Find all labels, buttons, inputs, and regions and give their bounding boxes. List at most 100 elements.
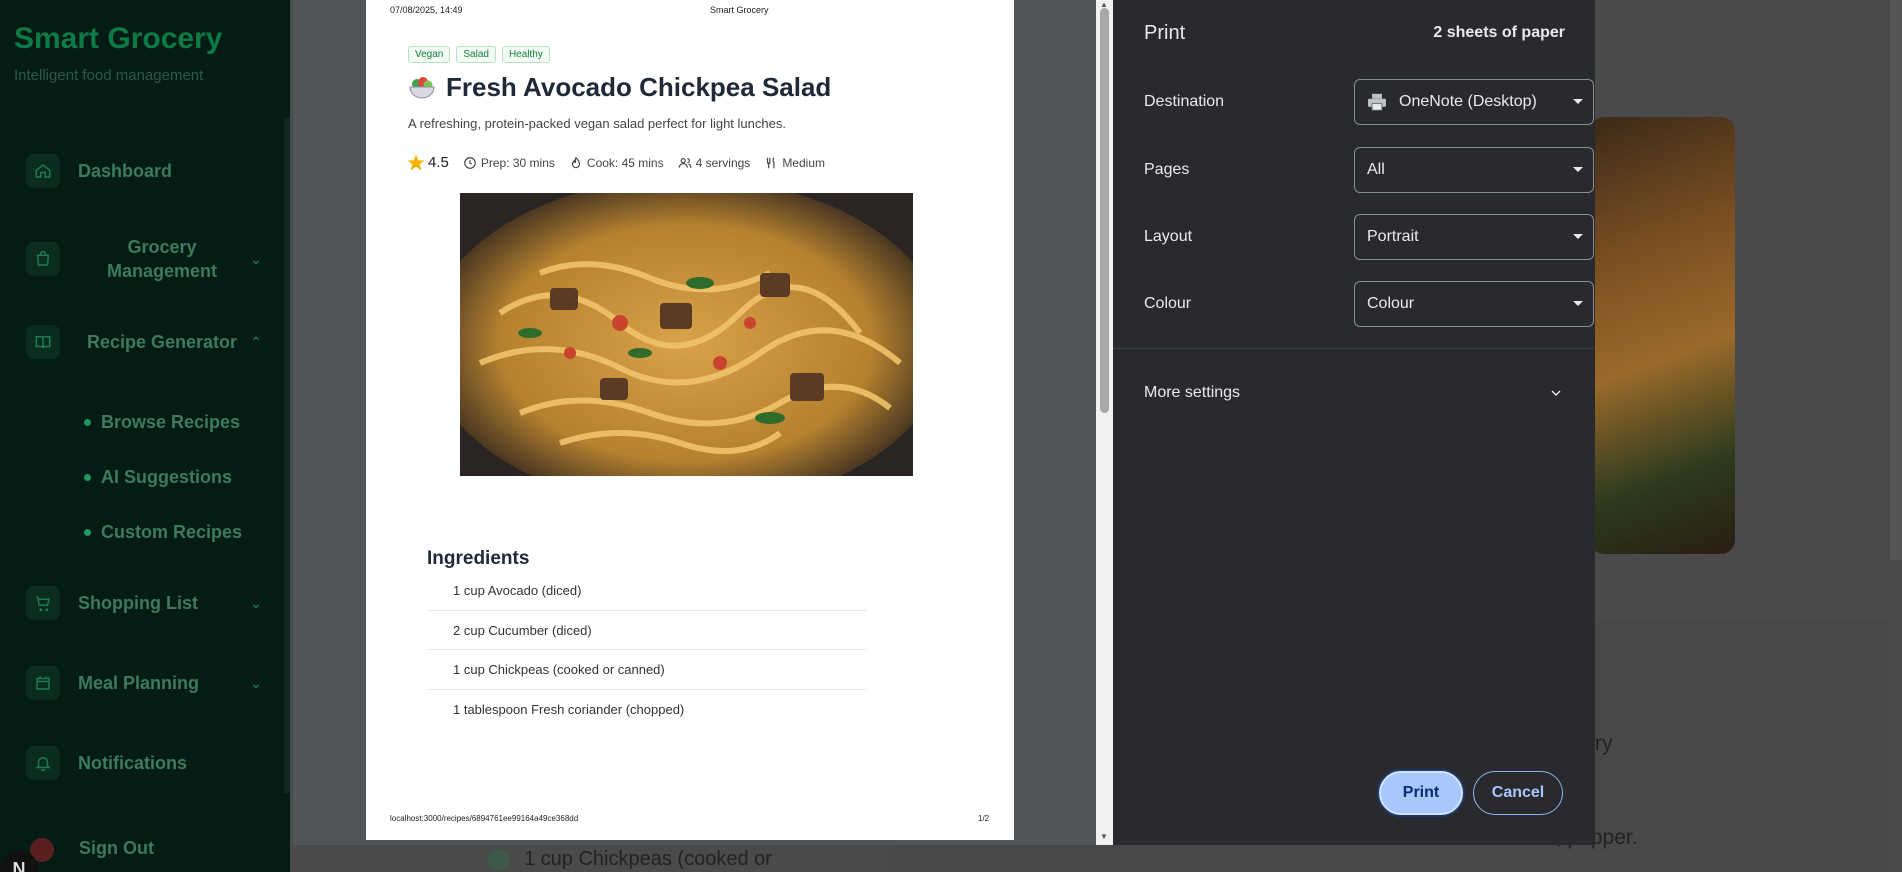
utensils-icon [767,156,775,168]
background-ingredient-label: 1 cup Chickpeas (cooked or [524,848,772,870]
ingredients-list: 1 cup Avocado (diced) 2 cup Cucumber (di… [427,571,867,729]
page-header-title: Smart Grocery [710,5,769,15]
colour-value: Colour [1367,295,1415,312]
flame-icon [571,156,580,168]
list-item: 1 cup Chickpeas (cooked or canned) [427,650,867,690]
list-item: 1 tablespoon Fresh coriander (chopped) [453,701,685,717]
bag-icon [26,242,60,276]
page-scrollbar[interactable] [1890,0,1902,560]
destination-value: OneNote (Desktop) [1399,93,1537,110]
layout-value: Portrait [1367,228,1419,245]
colour-label: Colour [1144,295,1192,312]
background-ingredient-item: 1 cup Chickpeas (cooked or [488,848,772,871]
scroll-down-icon[interactable]: ▼ [1100,832,1108,841]
caret-down-icon [1573,99,1583,104]
destination-label: Destination [1144,93,1225,110]
rating-value: 4.5 [428,154,449,171]
chevron-down-icon [1551,390,1561,396]
list-item: 2 cup Cucumber (diced) [427,611,867,650]
scrollbar-thumb[interactable] [1100,8,1109,413]
calendar-icon [26,666,60,700]
sidebar-subitem-label: Custom Recipes [101,522,243,542]
preview-page: 07/08/2025, 14:49 Smart Grocery Vegan Sa… [366,0,1014,840]
sidebar-item-notifications[interactable]: Notifications [26,746,266,780]
cook-time: Cook: 45 mins [569,156,664,170]
recipe-title: Fresh Avocado Chickpea Salad [408,72,831,103]
sidebar-item-grocery-management[interactable]: Grocery Management ⌄ [26,235,266,283]
difficulty: Medium [764,156,825,170]
recipe-image [460,193,913,476]
destination-select[interactable]: OneNote (Desktop) [1354,79,1594,125]
more-settings-toggle[interactable]: More settings [1144,384,1564,402]
sidebar-item-shopping-list[interactable]: Shopping List ⌄ [26,586,266,620]
colour-select[interactable]: Colour [1354,281,1594,327]
recipe-description: A refreshing, protein-packed vegan salad… [408,116,786,131]
sidebar-item-label: Dashboard [78,160,173,181]
recipe-tags: Vegan Salad Healthy [408,46,550,63]
print-settings-panel: Print 2 sheets of paper Destination OneN… [1113,0,1595,845]
colour-row: Colour Colour [1144,281,1594,327]
sheet-count: 2 sheets of paper [1433,24,1565,41]
bullet-dot [488,848,510,871]
tag-salad: Salad [456,46,496,63]
cart-icon [26,586,60,620]
home-icon [26,154,60,188]
chevron-down-icon: ⌄ [250,594,262,611]
sidebar-item-label: Sign Out [79,838,154,858]
caret-down-icon [1573,301,1583,306]
print-button[interactable]: Print [1379,771,1463,815]
servings-text: 4 servings [695,155,751,170]
cancel-button[interactable]: Cancel [1473,771,1563,815]
print-preview: 07/08/2025, 14:49 Smart Grocery Vegan Sa… [293,0,1113,845]
chevron-down-icon: ⌄ [250,674,262,691]
chevron-down-icon: ⌄ [250,250,262,267]
clock-icon [464,156,476,169]
layout-row: Layout Portrait [1144,214,1594,260]
prep-time: Prep: 30 mins [463,156,555,170]
pages-select[interactable]: All [1354,147,1594,193]
destination-row: Destination OneNote (Desktop) [1144,79,1594,125]
sidebar-item-label: Grocery Management [106,237,218,281]
sidebar-subitem-label: AI Suggestions [101,467,233,487]
page-footer-url: localhost:3000/recipes/6894761ee99164a49… [390,814,579,823]
pages-value: All [1367,161,1385,178]
caret-down-icon [1573,167,1583,172]
sidebar-item-label: Shopping List [78,592,198,613]
bullet-dot [84,529,91,536]
pages-label: Pages [1144,161,1190,178]
dialog-title: Print [1144,22,1186,44]
more-settings-label: More settings [1144,384,1241,401]
page-footer-number: 1/2 [978,814,990,823]
tag-healthy: Healthy [501,46,550,63]
sidebar-item-label: Meal Planning [78,672,200,693]
recipe-title-text: Fresh Avocado Chickpea Salad [446,72,832,102]
tag-vegan: Vegan [408,46,451,63]
sidebar-item-dashboard[interactable]: Dashboard [26,154,266,188]
sidebar-subitem-custom-recipes[interactable]: Custom Recipes [84,522,242,543]
prep-time-text: Prep: 30 mins [480,155,555,170]
sidebar-item-meal-planning[interactable]: Meal Planning ⌄ [26,666,266,700]
book-icon [26,325,60,359]
brand-tagline: Intelligent food management [14,67,204,84]
pages-row: Pages All [1144,147,1594,193]
salad-bowl-icon [409,76,435,98]
sidebar-item-label: Recipe Generator [86,332,238,352]
chevron-up-icon: ⌃ [250,333,262,350]
sidebar-subitem-label: Browse Recipes [101,412,241,432]
ingredients-title: Ingredients [427,548,530,569]
sidebar-subitem-browse-recipes[interactable]: Browse Recipes [84,412,240,433]
page-header-date: 07/08/2025, 14:49 [390,5,463,15]
recipe-photo-background [1590,117,1735,554]
print-dialog: 07/08/2025, 14:49 Smart Grocery Vegan Sa… [293,0,1595,845]
sidebar-item-recipe-generator[interactable]: Recipe Generator ⌃ [26,325,266,359]
sidebar: Smart Grocery Intelligent food managemen… [0,0,292,872]
sidebar-item-sign-out[interactable]: Sign Out [79,838,319,859]
printer-icon [1368,93,1386,111]
cook-time-text: Cook: 45 mins [586,155,664,170]
layout-select[interactable]: Portrait [1354,214,1594,260]
list-item: 1 cup Avocado (diced) [427,571,867,611]
servings: 4 servings [678,155,751,170]
preview-scrollbar[interactable]: ▲ ▼ [1096,0,1113,845]
sidebar-subitem-ai-suggestions[interactable]: AI Suggestions [84,467,232,488]
pasta-dish-image [460,193,913,476]
